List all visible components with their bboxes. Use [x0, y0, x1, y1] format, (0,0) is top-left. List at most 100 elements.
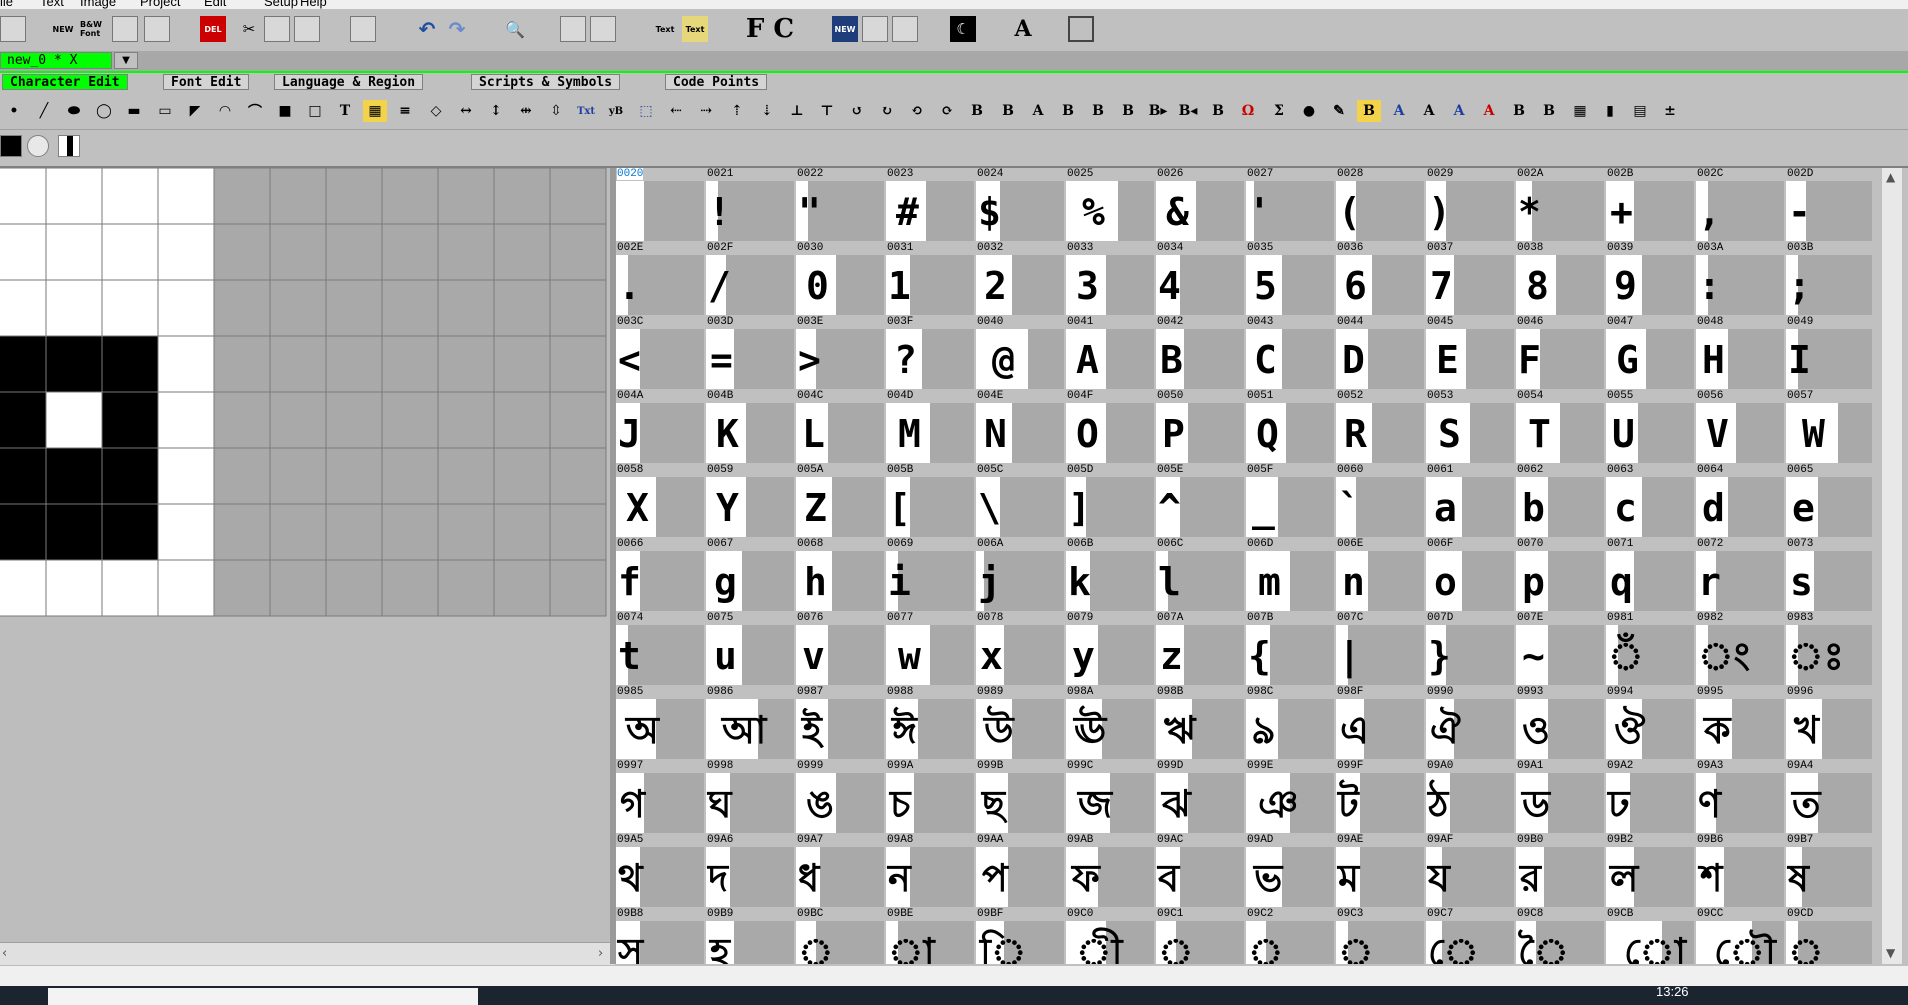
glyph-cell[interactable]: 09A8 ন [886, 834, 976, 908]
glyph-cell[interactable]: 0059 Y [706, 464, 796, 538]
editor-pixel[interactable] [0, 168, 47, 225]
glyph-cell[interactable]: 0036 6 [1336, 242, 1426, 316]
paste-icon[interactable] [294, 16, 320, 42]
shift-up-icon[interactable]: ⇡ [725, 100, 749, 122]
yb-tool-icon[interactable]: yB [604, 100, 628, 122]
glyph-cell[interactable]: 0032 2 [976, 242, 1066, 316]
editor-pixel[interactable] [269, 391, 327, 449]
glyph-cell[interactable]: 0061 a [1426, 464, 1516, 538]
editor-pixel[interactable] [549, 447, 607, 505]
editor-pixel[interactable] [213, 503, 271, 561]
arc-tool-icon[interactable]: ◠ [213, 100, 237, 122]
editor-horizontal-scrollbar[interactable]: ‹ › [0, 942, 615, 965]
glyph-cell[interactable]: 005F _ [1246, 464, 1336, 538]
tab-language-region[interactable]: Language & Region [274, 74, 424, 90]
glyph-cell[interactable]: 099A চ [886, 760, 976, 834]
editor-pixel[interactable] [493, 279, 551, 337]
editor-pixel[interactable] [0, 279, 47, 337]
editor-pixel[interactable] [0, 447, 47, 505]
glyph-cell[interactable]: 0067 g [706, 538, 796, 612]
editor-pixel[interactable] [101, 559, 159, 617]
editor-pixel[interactable] [381, 168, 439, 225]
green-cube-icon[interactable] [892, 16, 918, 42]
glyph-cell[interactable]: 0071 q [1606, 538, 1696, 612]
glyph-cell[interactable]: 0983ঃ [1786, 612, 1872, 686]
glyph-cell[interactable]: 09AD ভ [1246, 834, 1336, 908]
editor-pixel[interactable] [45, 279, 103, 337]
glyph-cell[interactable]: 09C1ু [1156, 908, 1246, 964]
glyph-cell[interactable]: 0051 Q [1246, 390, 1336, 464]
editor-pixel[interactable] [325, 223, 383, 281]
fill-triangle-tool-icon[interactable]: ◤ [183, 100, 207, 122]
fill-black-swatch[interactable] [0, 135, 22, 157]
glyph-cell[interactable]: 0070 p [1516, 538, 1606, 612]
scroll-up-icon[interactable]: ▲ [1886, 170, 1895, 184]
glyph-cell[interactable]: 0073 s [1786, 538, 1872, 612]
glyph-cell[interactable]: 002F / [706, 242, 796, 316]
glyph-cell[interactable]: 0075 u [706, 612, 796, 686]
taskbar-search[interactable] [48, 988, 478, 1005]
glyph-cell[interactable]: 0989 উ [976, 686, 1066, 760]
glyph-cell[interactable]: 005B [ [886, 464, 976, 538]
editor-pixel[interactable] [157, 447, 215, 505]
glyph-cell[interactable]: 0981ঁ [1606, 612, 1696, 686]
editor-pixel[interactable] [549, 391, 607, 449]
glyph-cell[interactable]: 007A z [1156, 612, 1246, 686]
align-icon[interactable]: ⊥ [785, 100, 809, 122]
a-icon[interactable]: A [1417, 100, 1441, 122]
editor-pixel[interactable] [45, 335, 103, 393]
glyph-cell[interactable]: 0023 # [886, 168, 976, 242]
glyph-cell[interactable]: 0039 9 [1606, 242, 1696, 316]
glyph-cell[interactable]: 0986 আ [706, 686, 796, 760]
glyph-cell[interactable]: 0020 [616, 168, 706, 242]
glyph-cell[interactable]: 0049 I [1786, 316, 1872, 390]
glyph-cell[interactable]: 09BEা [886, 908, 976, 964]
glyph-cell[interactable]: 004A J [616, 390, 706, 464]
editor-pixel[interactable] [549, 335, 607, 393]
fill-white-swatch[interactable] [27, 135, 49, 157]
editor-pixel[interactable] [157, 279, 215, 337]
editor-pixel[interactable] [213, 391, 271, 449]
menu-text[interactable]: Text [40, 0, 64, 9]
editor-pixel[interactable] [269, 559, 327, 617]
glyph-cell[interactable]: 098B ঋ [1156, 686, 1246, 760]
editor-pixel[interactable] [437, 391, 495, 449]
editor-pixel[interactable] [437, 168, 495, 225]
pen-icon[interactable]: ✎ [1327, 100, 1351, 122]
glyph-cell[interactable]: 006C l [1156, 538, 1246, 612]
a-blue-icon[interactable]: A [1387, 100, 1411, 122]
new-file-icon[interactable]: NEW [50, 16, 76, 42]
menu-setup[interactable]: Setup [264, 0, 298, 9]
point-tool-icon[interactable]: • [2, 100, 26, 122]
editor-pixel[interactable] [269, 447, 327, 505]
glyph-cell[interactable]: 0985 অ [616, 686, 706, 760]
glyph-cell[interactable]: 0052 R [1336, 390, 1426, 464]
glyph-cell[interactable]: 0053 S [1426, 390, 1516, 464]
editor-pixel[interactable] [325, 559, 383, 617]
editor-pixel[interactable] [269, 335, 327, 393]
glyph-cell[interactable]: 003E > [796, 316, 886, 390]
glyph-cell[interactable]: 0077 w [886, 612, 976, 686]
line-tool-icon[interactable]: ╱ [32, 100, 56, 122]
glyph-cell[interactable]: 099D ঝ [1156, 760, 1246, 834]
editor-pixel[interactable] [325, 391, 383, 449]
glyph-cell[interactable]: 002D - [1786, 168, 1872, 242]
eraser-tool-icon[interactable]: ◇ [424, 100, 448, 122]
editor-pixel[interactable] [325, 503, 383, 561]
ellipse-tool-icon[interactable]: ◯ [92, 100, 116, 122]
editor-pixel[interactable] [325, 447, 383, 505]
glyph-cell[interactable]: 09A1 ড [1516, 760, 1606, 834]
glyph-cell[interactable]: 006E n [1336, 538, 1426, 612]
glyph-cell[interactable]: 003D = [706, 316, 796, 390]
gradient-tool-icon[interactable]: ▦ [363, 100, 387, 122]
glyph-cell[interactable]: 0024 $ [976, 168, 1066, 242]
glyph-cell[interactable]: 0028 ( [1336, 168, 1426, 242]
glyph-cell[interactable]: 09A4 ত [1786, 760, 1872, 834]
glyph-cell[interactable]: 09C2ূ [1246, 908, 1336, 964]
glyph-cell[interactable]: 0990 ঐ [1426, 686, 1516, 760]
scroll-right-icon[interactable]: › [598, 946, 603, 961]
editor-pixel[interactable] [493, 391, 551, 449]
glyph-cell[interactable]: 0062 b [1516, 464, 1606, 538]
editor-pixel[interactable] [493, 503, 551, 561]
tab-font-edit[interactable]: Font Edit [163, 74, 250, 90]
